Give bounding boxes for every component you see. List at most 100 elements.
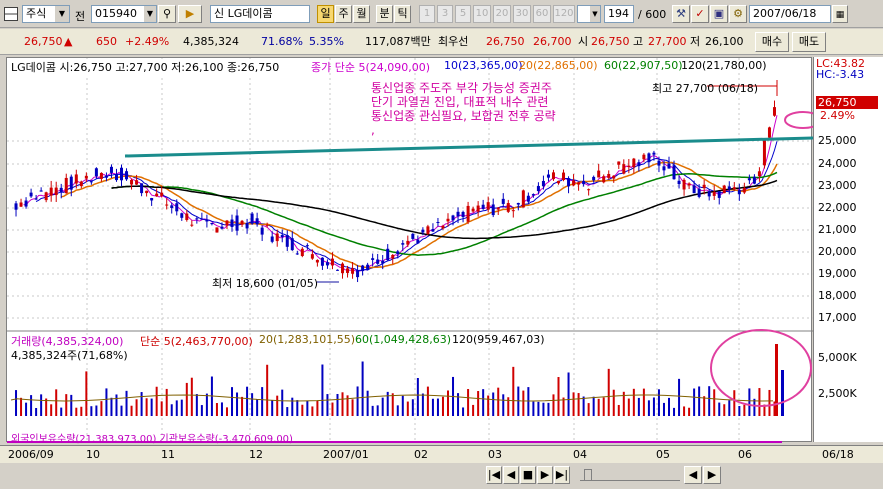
- date-axis: 2006/09 10 11 12 2007/01 02 03 04 05 06 …: [0, 445, 883, 463]
- candle-body: [335, 269, 339, 271]
- date-label-2007-01: 2007/01: [323, 448, 369, 461]
- chart-tool-button[interactable]: ⚒: [672, 5, 690, 23]
- volume-bar: [587, 403, 590, 416]
- search-button[interactable]: ⚲: [158, 5, 176, 23]
- volume-bar: [215, 403, 218, 416]
- candle-body: [94, 168, 98, 177]
- candle-body: [270, 236, 274, 242]
- interval-30-button[interactable]: 30: [513, 5, 531, 23]
- interval-10-button[interactable]: 10: [473, 5, 491, 23]
- scroll-last-button[interactable]: ▶|: [554, 466, 570, 484]
- settings-button[interactable]: ⚙: [729, 5, 747, 23]
- volume-bar: [532, 401, 535, 416]
- period-minute-button[interactable]: 분: [376, 5, 393, 23]
- candle-body: [230, 219, 234, 227]
- date-input[interactable]: 2007/06/18: [749, 5, 831, 23]
- calendar-button[interactable]: ▦: [832, 5, 848, 23]
- period-day-button[interactable]: 일: [317, 5, 334, 23]
- volume-bar: [100, 401, 103, 416]
- chevron-down-icon[interactable]: ▼: [55, 6, 69, 22]
- zoom-in-button[interactable]: ▶: [703, 466, 721, 484]
- volume-bar: [431, 398, 434, 416]
- zoom-slider-thumb[interactable]: [584, 469, 592, 481]
- candle-body: [647, 153, 651, 163]
- period-tick-button[interactable]: 틱: [394, 5, 411, 23]
- scroll-stop-button[interactable]: ■: [520, 466, 536, 484]
- count-input[interactable]: 194: [604, 5, 634, 23]
- volume-bar: [492, 392, 495, 416]
- next-icon: ▶: [540, 468, 550, 481]
- candle-body: [200, 218, 204, 220]
- chevron-down-icon[interactable]: ▼: [590, 6, 600, 22]
- scroll-first-button[interactable]: |◀: [486, 466, 502, 484]
- candle-body: [717, 191, 721, 198]
- chevron-down-icon[interactable]: ▼: [144, 6, 156, 22]
- date-label-last: 06/18: [822, 448, 854, 461]
- period-month-button[interactable]: 월: [353, 5, 370, 23]
- indicator-button[interactable]: ✓: [691, 5, 709, 23]
- prev-icon: ◀: [506, 468, 516, 481]
- ma60-legend: 60(22,907,50): [604, 59, 683, 72]
- interval-60-button[interactable]: 60: [533, 5, 551, 23]
- volume-bar: [487, 395, 490, 416]
- candle-body: [356, 269, 360, 278]
- volume-bar: [617, 404, 620, 416]
- volume-bar: [567, 372, 570, 416]
- volume-bar: [306, 400, 309, 416]
- candle-body: [546, 174, 550, 178]
- candle-body: [54, 187, 58, 196]
- period-week-button[interactable]: 주: [335, 5, 352, 23]
- volume-bar: [165, 388, 168, 416]
- scroll-prev-button[interactable]: ◀: [503, 466, 519, 484]
- candle-body: [747, 178, 751, 181]
- candle-body: [265, 224, 269, 226]
- speaker-button[interactable]: ▶: [178, 5, 202, 23]
- zoom-slider[interactable]: [580, 469, 680, 481]
- volume-bar: [276, 395, 279, 416]
- chart-area[interactable]: LG데이콤 시:26,750 고:27,700 저:26,100 종:26,75…: [6, 57, 813, 445]
- date-label-05: 05: [656, 448, 670, 461]
- interval-5-button[interactable]: 5: [455, 5, 471, 23]
- grid-icon[interactable]: [4, 7, 18, 21]
- volume-bar: [627, 398, 630, 416]
- candle-body: [104, 175, 108, 178]
- candle-body: [346, 268, 350, 273]
- price-tick-25000: 25,000: [818, 134, 857, 147]
- date-label-10: 10: [86, 448, 100, 461]
- interval-custom-select[interactable]: ▼: [577, 5, 601, 23]
- volume-bar: [40, 394, 43, 416]
- candle-body: [300, 248, 304, 257]
- volume-bar: [185, 382, 188, 416]
- candle-body: [260, 227, 264, 235]
- analyst-comment: 통신업종 주도주 부각 가능성 증권주 단기 과열권 진입, 대표적 내수 관련…: [371, 81, 556, 137]
- save-icon: ▣: [713, 7, 725, 20]
- interval-3-button[interactable]: 3: [437, 5, 453, 23]
- zoom-in-icon: ▶: [707, 468, 717, 481]
- buy-button[interactable]: 매수: [755, 32, 789, 52]
- stock-name-value: 신 LG데이콤: [214, 7, 273, 20]
- market-select[interactable]: 주식 ▼: [22, 5, 70, 23]
- stock-name-field[interactable]: 신 LG데이콤: [210, 5, 310, 23]
- sell-button[interactable]: 매도: [792, 32, 826, 52]
- interval-20-button[interactable]: 20: [493, 5, 511, 23]
- scroll-next-button[interactable]: ▶: [537, 466, 553, 484]
- interval-120-button[interactable]: 120: [553, 5, 575, 23]
- candle-body: [727, 186, 731, 190]
- volume-bar: [527, 387, 530, 416]
- volume-bar: [542, 402, 545, 416]
- candle-body: [421, 229, 425, 233]
- save-button[interactable]: ▣: [710, 5, 728, 23]
- volume-bar: [547, 402, 550, 416]
- volume-bar: [582, 396, 585, 416]
- volume-bar: [371, 405, 374, 416]
- candle-body: [516, 202, 520, 205]
- interval-1-button[interactable]: 1: [419, 5, 435, 23]
- volume-bar: [632, 388, 635, 416]
- candle-body: [657, 160, 661, 166]
- candle-body: [310, 254, 314, 259]
- stock-code-input[interactable]: 015940 ▼: [91, 5, 157, 23]
- turnover-pct: 5.35%: [309, 35, 344, 48]
- calendar-icon: ▦: [835, 10, 845, 20]
- zoom-out-button[interactable]: ◀: [684, 466, 702, 484]
- holdings-legend: 외국인보유수량(21,383,973,00) 기관보유수량(-3,470,609…: [11, 434, 293, 445]
